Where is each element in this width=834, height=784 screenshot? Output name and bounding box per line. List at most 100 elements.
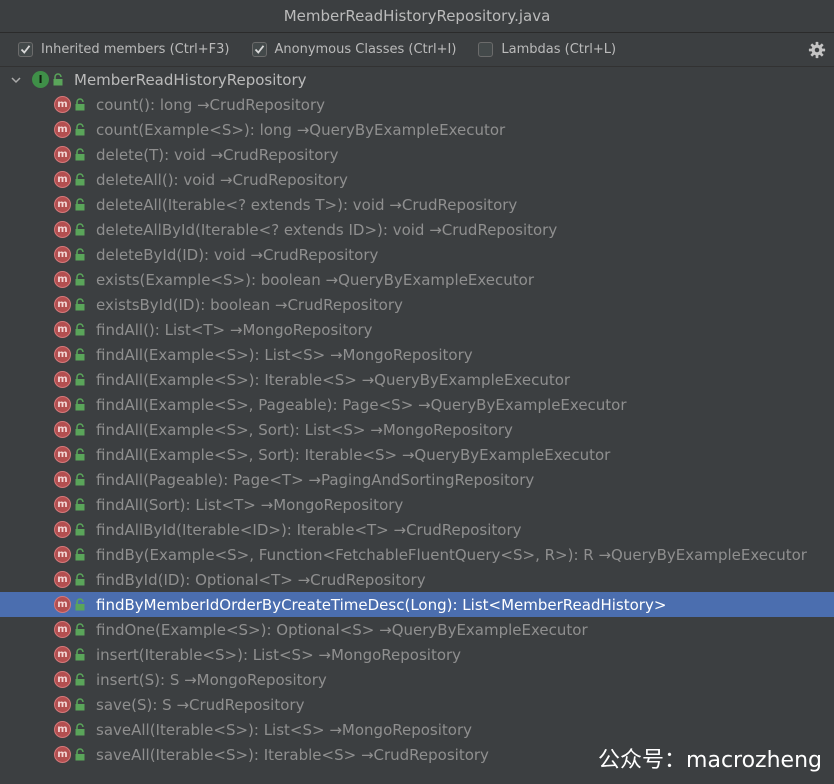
method-label: findAll(Pageable): Page<T> →PagingAndSor… — [96, 470, 535, 489]
method-label: findAll(Example<S>, Sort): List<S> →Mong… — [96, 420, 513, 439]
public-lock-icon — [75, 423, 85, 436]
chevron-down-icon[interactable] — [10, 74, 22, 86]
public-lock-icon — [75, 248, 85, 261]
public-lock-icon — [75, 598, 85, 611]
method-label: insert(Iterable<S>): List<S> →MongoRepos… — [96, 645, 462, 664]
method-label: findAll(Sort): List<T> →MongoRepository — [96, 495, 404, 514]
public-lock-icon — [75, 273, 85, 286]
public-lock-icon — [75, 373, 85, 386]
method-icon: m — [54, 696, 71, 713]
public-lock-icon — [75, 473, 85, 486]
method-icon: m — [54, 446, 71, 463]
method-list: m count(): long →CrudRepository m count(Exa… — [0, 92, 834, 767]
public-lock-icon — [75, 548, 85, 561]
public-lock-icon — [53, 73, 63, 86]
public-lock-icon — [75, 298, 85, 311]
method-label: findOne(Example<S>): Optional<S> →QueryB… — [96, 620, 588, 639]
method-label: findAll(Example<S>): Iterable<S> →QueryB… — [96, 370, 571, 389]
method-item[interactable]: m findOne(Example<S>): Optional<S> →Query… — [0, 617, 834, 642]
method-icon: m — [54, 321, 71, 338]
method-icon: m — [54, 421, 71, 438]
public-lock-icon — [75, 648, 85, 661]
public-lock-icon — [75, 223, 85, 236]
method-label: count(Example<S>): long →QueryByExampleE… — [96, 120, 506, 139]
lambdas-checkbox[interactable] — [478, 42, 494, 57]
structure-tree: I MemberReadHistoryRepository m count(): … — [0, 67, 834, 767]
method-item[interactable]: m deleteAll(): void →CrudRepository — [0, 167, 834, 192]
method-item[interactable]: m deleteById(ID): void →CrudRepository — [0, 242, 834, 267]
method-item[interactable]: m findAll(Example<S>): Iterable<S> →Query… — [0, 367, 834, 392]
method-item[interactable]: m count(Example<S>): long →QueryByExample… — [0, 117, 834, 142]
method-item[interactable]: m findAll(Example<S>, Sort): Iterable<S> … — [0, 442, 834, 467]
method-label: saveAll(Iterable<S>): Iterable<S> →CrudR… — [96, 745, 489, 764]
lambdas-label: Lambdas (Ctrl+L) — [501, 42, 617, 57]
option-lambdas[interactable]: Lambdas (Ctrl+L) — [478, 42, 616, 57]
method-label: deleteById(ID): void →CrudRepository — [96, 245, 379, 264]
method-icon: m — [54, 546, 71, 563]
method-item[interactable]: m deleteAllById(Iterable<? extends ID>): … — [0, 217, 834, 242]
public-lock-icon — [75, 398, 85, 411]
method-item[interactable]: m findAll(Pageable): Page<T> →PagingAndSo… — [0, 467, 834, 492]
method-item[interactable]: m findAll(Sort): List<T> →MongoRepository — [0, 492, 834, 517]
public-lock-icon — [75, 498, 85, 511]
method-label: count(): long →CrudRepository — [96, 95, 325, 114]
inherited-members-checkbox[interactable] — [18, 42, 33, 57]
public-lock-icon — [75, 748, 85, 761]
public-lock-icon — [75, 723, 85, 736]
option-inherited-members[interactable]: Inherited members (Ctrl+F3) — [18, 42, 230, 57]
method-item[interactable]: m saveAll(Iterable<S>): List<S> →MongoRep… — [0, 717, 834, 742]
method-item[interactable]: m findAll(): List<T> →MongoRepository — [0, 317, 834, 342]
public-lock-icon — [75, 123, 85, 136]
method-icon: m — [54, 171, 71, 188]
method-item[interactable]: m findBy(Example<S>, Function<FetchableFl… — [0, 542, 834, 567]
option-anonymous-classes[interactable]: Anonymous Classes (Ctrl+I) — [251, 42, 457, 57]
method-item[interactable]: m findByMemberIdOrderByCreateTimeDesc(Lon… — [0, 592, 834, 617]
public-lock-icon — [75, 623, 85, 636]
method-label: findAll(Example<S>): List<S> →MongoRepos… — [96, 345, 473, 364]
method-icon: m — [54, 296, 71, 313]
window-title: MemberReadHistoryRepository.java — [0, 0, 834, 33]
method-icon: m — [54, 96, 71, 113]
interface-icon: I — [32, 71, 49, 88]
method-label: saveAll(Iterable<S>): List<S> →MongoRepo… — [96, 720, 473, 739]
tree-root-node[interactable]: I MemberReadHistoryRepository — [0, 67, 834, 92]
method-item[interactable]: m existsById(ID): boolean →CrudRepository — [0, 292, 834, 317]
method-icon: m — [54, 496, 71, 513]
watermark: 公众号：macrozheng — [598, 748, 822, 773]
method-item[interactable]: m deleteAll(Iterable<? extends T>): void … — [0, 192, 834, 217]
method-item[interactable]: m insert(Iterable<S>): List<S> →MongoRepo… — [0, 642, 834, 667]
method-icon: m — [54, 471, 71, 488]
method-item[interactable]: m findAll(Example<S>): List<S> →MongoRepo… — [0, 342, 834, 367]
method-label: deleteAllById(Iterable<? extends ID>): v… — [96, 220, 558, 239]
method-label: findAll(Example<S>, Pageable): Page<S> →… — [96, 395, 627, 414]
method-item[interactable]: m findById(ID): Optional<T> →CrudReposito… — [0, 567, 834, 592]
method-item[interactable]: m findAllById(Iterable<ID>): Iterable<T> … — [0, 517, 834, 542]
method-item[interactable]: m save(S): S →CrudRepository — [0, 692, 834, 717]
public-lock-icon — [75, 573, 85, 586]
public-lock-icon — [75, 173, 85, 186]
public-lock-icon — [75, 148, 85, 161]
anonymous-classes-label: Anonymous Classes (Ctrl+I) — [274, 42, 457, 57]
method-item[interactable]: m insert(S): S →MongoRepository — [0, 667, 834, 692]
method-label: deleteAll(Iterable<? extends T>): void →… — [96, 195, 518, 214]
method-item[interactable]: m count(): long →CrudRepository — [0, 92, 834, 117]
method-item[interactable]: m findAll(Example<S>, Pageable): Page<S> … — [0, 392, 834, 417]
gear-icon[interactable] — [808, 41, 826, 59]
method-label: findByMemberIdOrderByCreateTimeDesc(Long… — [96, 595, 667, 614]
method-icon: m — [54, 646, 71, 663]
method-label: findAllById(Iterable<ID>): Iterable<T> →… — [96, 520, 522, 539]
public-lock-icon — [75, 523, 85, 536]
anonymous-classes-checkbox[interactable] — [251, 42, 267, 57]
method-icon: m — [54, 246, 71, 263]
inherited-members-label: Inherited members (Ctrl+F3) — [41, 42, 230, 57]
method-label: deleteAll(): void →CrudRepository — [96, 170, 348, 189]
check-icon — [254, 45, 264, 54]
public-lock-icon — [75, 198, 85, 211]
method-icon: m — [54, 721, 71, 738]
method-item[interactable]: m delete(T): void →CrudRepository — [0, 142, 834, 167]
method-label: existsById(ID): boolean →CrudRepository — [96, 295, 403, 314]
method-item[interactable]: m findAll(Example<S>, Sort): List<S> →Mon… — [0, 417, 834, 442]
method-icon: m — [54, 196, 71, 213]
method-item[interactable]: m exists(Example<S>): boolean →QueryByExa… — [0, 267, 834, 292]
filter-toolbar: Inherited members (Ctrl+F3) Anonymous Cl… — [0, 33, 834, 67]
